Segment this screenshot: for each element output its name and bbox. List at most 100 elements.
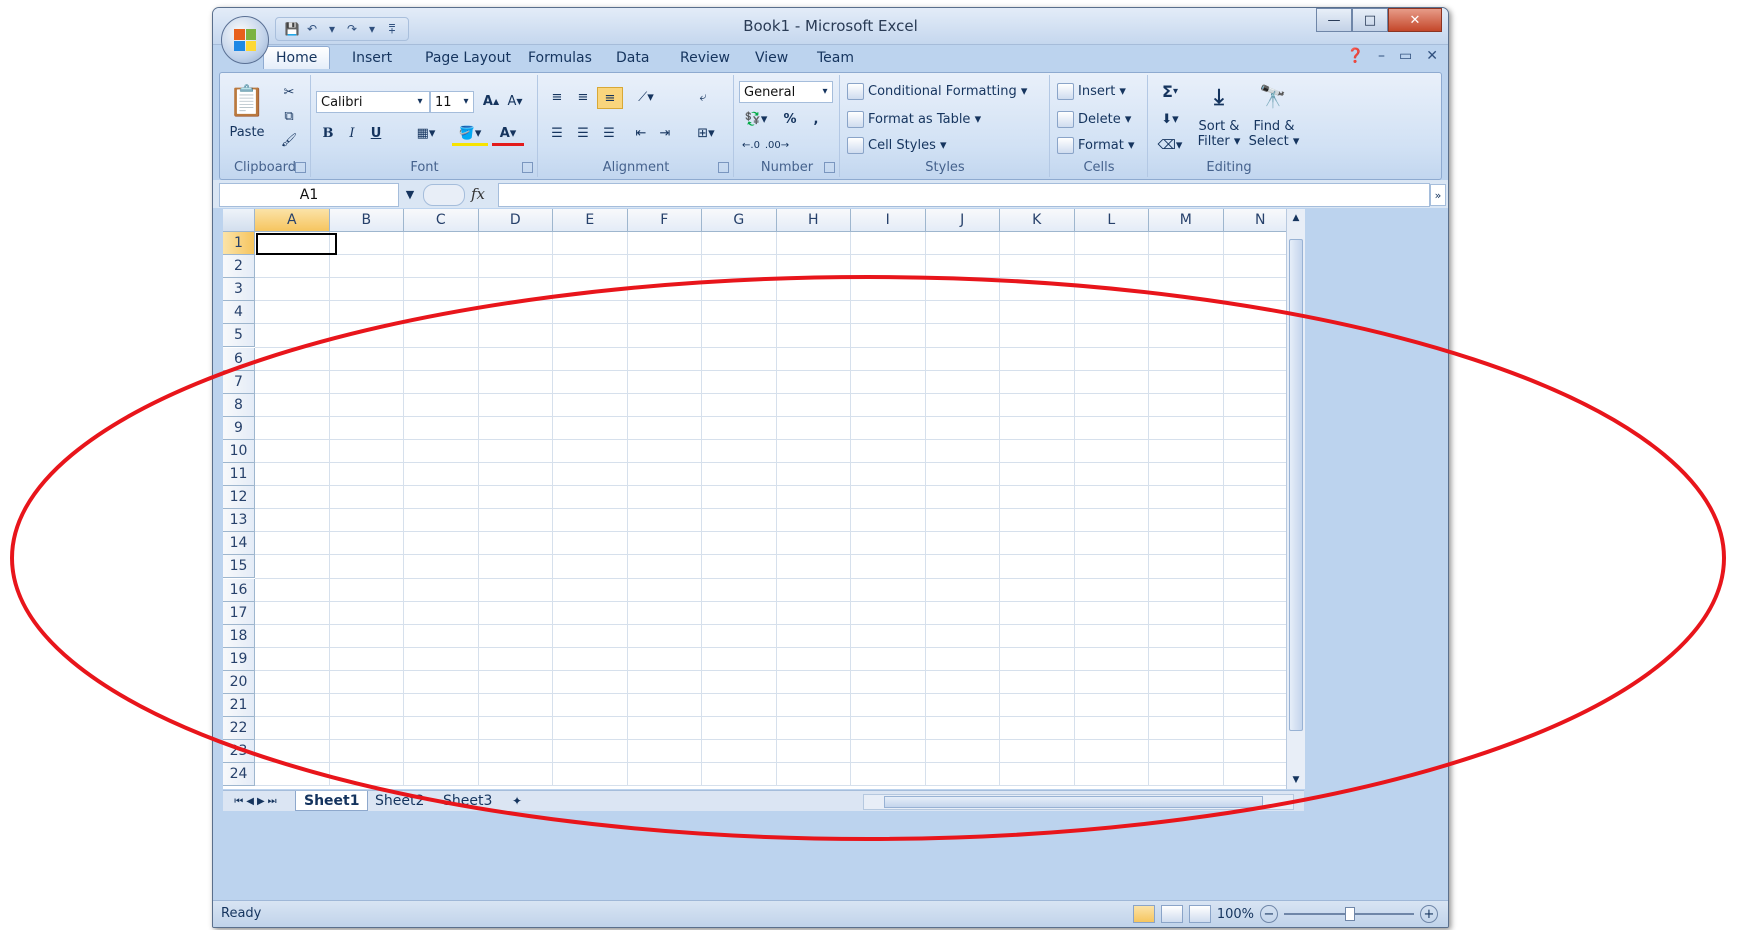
close-button[interactable]: ✕ (1388, 8, 1442, 32)
expand-formula-bar-icon[interactable]: » (1430, 184, 1446, 206)
format-cells-button[interactable]: Format ▾ (1057, 135, 1134, 155)
tab-view[interactable]: View (755, 50, 788, 66)
row-header-20[interactable]: 20 (223, 670, 255, 694)
minimize-workbook-icon[interactable]: – (1378, 48, 1385, 64)
column-header-j[interactable]: J (925, 209, 1000, 232)
chevron-down-icon[interactable]: ▼ (403, 185, 417, 203)
worksheet-grid[interactable]: A B C D E F G H I J K L M N 1 2 3 4 5 6 7 8 9 10 11 12 13 14 15 16 17 1… (223, 209, 1298, 789)
font-color-icon[interactable]: A▾ (492, 123, 524, 146)
formula-input[interactable] (498, 183, 1430, 207)
column-header-b[interactable]: B (329, 209, 404, 232)
row-header-19[interactable]: 19 (223, 647, 255, 671)
orientation-icon[interactable]: ⟋▾ (629, 87, 663, 107)
select-all-corner[interactable] (223, 209, 255, 232)
paste-icon[interactable]: 📋 (228, 81, 266, 121)
row-header-3[interactable]: 3 (223, 278, 255, 302)
zoom-out-icon[interactable]: − (1260, 905, 1278, 923)
row-header-22[interactable]: 22 (223, 717, 255, 741)
merge-center-icon[interactable]: ⊞▾ (689, 123, 723, 143)
sheet-tab-1[interactable]: Sheet1 (295, 791, 369, 811)
font-family-select[interactable]: Calibri (316, 91, 430, 113)
office-button[interactable] (221, 16, 269, 64)
align-top-icon[interactable]: ≡ (545, 87, 569, 107)
row-header-2[interactable]: 2 (223, 255, 255, 279)
row-header-13[interactable]: 13 (223, 509, 255, 533)
column-header-m[interactable]: M (1149, 209, 1224, 232)
zoom-slider-knob[interactable] (1345, 907, 1355, 921)
tab-team[interactable]: Team (817, 50, 854, 66)
vertical-scroll-thumb[interactable] (1289, 239, 1303, 731)
column-header-l[interactable]: L (1074, 209, 1149, 232)
delete-cells-button[interactable]: Delete ▾ (1057, 109, 1131, 129)
tab-review[interactable]: Review (680, 50, 730, 66)
horizontal-scroll-thumb[interactable] (884, 796, 1263, 808)
underline-button[interactable]: U (366, 123, 386, 143)
help-icon[interactable]: ❓ (1347, 48, 1364, 64)
format-painter-icon[interactable]: 🖌 (280, 131, 298, 149)
grow-font-icon[interactable]: A ▲ (480, 91, 502, 111)
dialog-launcher-icon[interactable] (824, 162, 835, 173)
row-header-24[interactable]: 24 (223, 763, 255, 787)
increase-decimal-icon[interactable]: ←.0 (739, 135, 763, 155)
sheet-tab-2[interactable]: Sheet2 (367, 791, 432, 810)
insert-sheet-icon[interactable]: ✦ (505, 792, 529, 809)
align-right-icon[interactable]: ☰ (597, 123, 621, 143)
align-middle-icon[interactable]: ≡ (571, 87, 595, 107)
chevron-down-icon[interactable]: ▾ (819, 81, 831, 101)
cell-styles-button[interactable]: Cell Styles ▾ (847, 135, 947, 155)
align-center-icon[interactable]: ☰ (571, 123, 595, 143)
bold-button[interactable]: B (318, 123, 338, 143)
row-header-1[interactable]: 1 (223, 232, 255, 256)
column-header-h[interactable]: H (776, 209, 851, 232)
fill-color-icon[interactable]: 🪣▾ (452, 123, 488, 146)
restore-workbook-icon[interactable]: ▭ (1399, 48, 1412, 64)
row-header-12[interactable]: 12 (223, 486, 255, 510)
horizontal-scrollbar[interactable] (863, 794, 1294, 810)
percent-button[interactable]: % (779, 109, 801, 129)
shrink-font-icon[interactable]: A ▼ (504, 91, 526, 111)
row-header-5[interactable]: 5 (223, 324, 255, 348)
paste-button[interactable]: Paste (224, 125, 270, 140)
clear-icon[interactable]: ⌫▾ (1155, 135, 1185, 155)
copy-icon[interactable]: ⧉ (280, 107, 298, 125)
row-header-18[interactable]: 18 (223, 624, 255, 648)
name-box[interactable]: A1 (219, 183, 399, 207)
column-header-f[interactable]: F (627, 209, 702, 232)
comma-button[interactable]: , (805, 109, 827, 129)
cut-icon[interactable]: ✂ (280, 83, 298, 101)
fill-icon[interactable]: ⬇▾ (1155, 109, 1185, 129)
tab-formulas[interactable]: Formulas (528, 50, 592, 66)
decrease-indent-icon[interactable]: ⇤ (629, 123, 653, 143)
conditional-formatting-button[interactable]: Conditional Formatting ▾ (847, 81, 1027, 101)
format-as-table-button[interactable]: Format as Table ▾ (847, 109, 981, 129)
tab-insert[interactable]: Insert (352, 50, 392, 66)
column-header-c[interactable]: C (404, 209, 479, 232)
sheet-navigation-icon[interactable]: ⏮◀▶⏭ (227, 793, 287, 809)
row-header-9[interactable]: 9 (223, 416, 255, 440)
column-header-g[interactable]: G (702, 209, 777, 232)
formula-splitter[interactable] (423, 184, 465, 206)
row-header-15[interactable]: 15 (223, 555, 255, 579)
italic-button[interactable]: I (342, 123, 362, 143)
page-break-view-icon[interactable] (1188, 905, 1211, 923)
column-header-k[interactable]: K (1000, 209, 1075, 232)
zoom-in-icon[interactable]: + (1420, 905, 1438, 923)
page-layout-view-icon[interactable] (1160, 905, 1183, 923)
dialog-launcher-icon[interactable] (295, 162, 306, 173)
autosum-button[interactable]: Σ ▾ (1155, 81, 1185, 101)
row-header-14[interactable]: 14 (223, 532, 255, 556)
column-header-i[interactable]: I (851, 209, 926, 232)
align-bottom-icon[interactable]: ≡ (597, 87, 623, 109)
insert-cells-button[interactable]: Insert ▾ (1057, 81, 1126, 101)
decrease-decimal-icon[interactable]: .00→ (765, 135, 789, 155)
tab-home[interactable]: Home (263, 46, 331, 69)
close-workbook-icon[interactable]: ✕ (1426, 48, 1438, 64)
tab-data[interactable]: Data (616, 50, 649, 66)
row-header-4[interactable]: 4 (223, 301, 255, 325)
row-header-10[interactable]: 10 (223, 439, 255, 463)
insert-function-button[interactable]: fx (471, 185, 485, 203)
row-header-16[interactable]: 16 (223, 578, 255, 602)
normal-view-icon[interactable] (1132, 905, 1155, 923)
row-header-21[interactable]: 21 (223, 694, 255, 718)
sort-filter-button[interactable]: Sort & Filter ▾ (1191, 119, 1247, 149)
